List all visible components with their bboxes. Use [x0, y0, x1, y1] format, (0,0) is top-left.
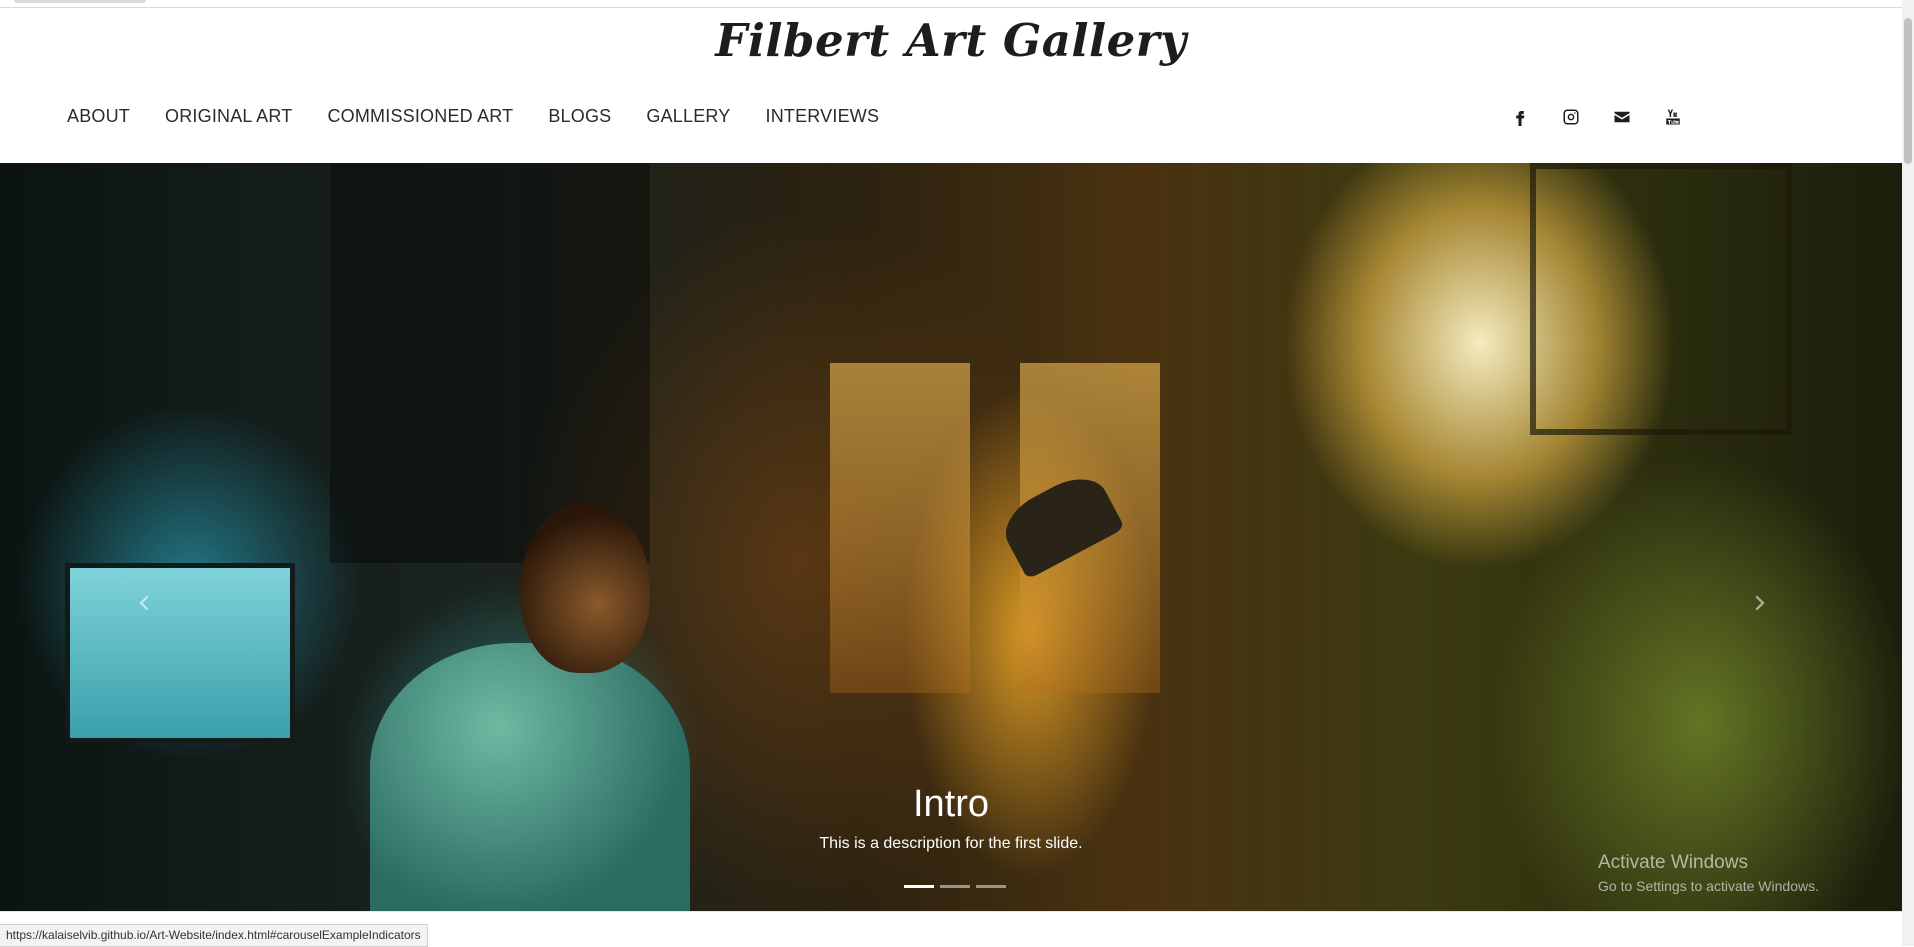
envelope-icon[interactable] — [1613, 108, 1631, 126]
nav-item-original-art[interactable]: ORIGINAL ART — [165, 106, 292, 127]
browser-top-strip — [0, 0, 1902, 8]
youtube-icon[interactable] — [1664, 108, 1682, 126]
monitor-shape — [65, 563, 295, 743]
social-links — [1478, 108, 1682, 126]
browser-tab-edge — [14, 0, 146, 3]
carousel-next-button[interactable] — [1740, 583, 1780, 623]
site-title[interactable]: Filbert Art Gallery — [0, 14, 1902, 67]
artist-head-shape — [520, 503, 650, 673]
nav-item-gallery[interactable]: GALLERY — [646, 106, 730, 127]
carousel-caption-description: This is a description for the first slid… — [819, 835, 1083, 852]
nav-item-about[interactable]: ABOUT — [67, 106, 130, 127]
carousel-indicator-2[interactable] — [940, 885, 970, 888]
page-scrollbar[interactable] — [1902, 0, 1914, 946]
instagram-icon[interactable] — [1562, 108, 1580, 126]
browser-status-bar: https://kalaiselvib.github.io/Art-Websit… — [0, 924, 428, 947]
carousel-indicator-1[interactable] — [904, 885, 934, 888]
carousel-caption-title: Intro — [912, 783, 990, 825]
curtain-shape-left — [830, 363, 970, 693]
hero-carousel[interactable]: Intro This is a description for the firs… — [0, 163, 1902, 911]
nav-item-interviews[interactable]: INTERVIEWS — [766, 106, 880, 127]
window-frame-shape — [1530, 163, 1792, 435]
artist-body-shape — [370, 643, 690, 911]
carousel-indicators — [901, 885, 1009, 888]
carousel-prev-button[interactable] — [124, 583, 164, 623]
bookshelf-shape — [330, 163, 650, 563]
scrollbar-thumb[interactable] — [1904, 18, 1912, 164]
chevron-right-icon — [1755, 595, 1765, 611]
facebook-icon[interactable] — [1511, 108, 1529, 126]
watermark-subtitle: Go to Settings to activate Windows. — [1598, 878, 1819, 894]
carousel-indicator-3[interactable] — [976, 885, 1006, 888]
watermark-title: Activate Windows — [1598, 852, 1748, 873]
main-nav: ABOUT ORIGINAL ART COMMISSIONED ART BLOG… — [67, 106, 914, 127]
nav-item-commissioned-art[interactable]: COMMISSIONED ART — [327, 106, 513, 127]
nav-item-blogs[interactable]: BLOGS — [548, 106, 611, 127]
page-divider — [0, 911, 1902, 912]
chevron-left-icon — [139, 595, 149, 611]
windows-activation-watermark: Activate Windows Go to Settings to activ… — [1598, 852, 1819, 894]
